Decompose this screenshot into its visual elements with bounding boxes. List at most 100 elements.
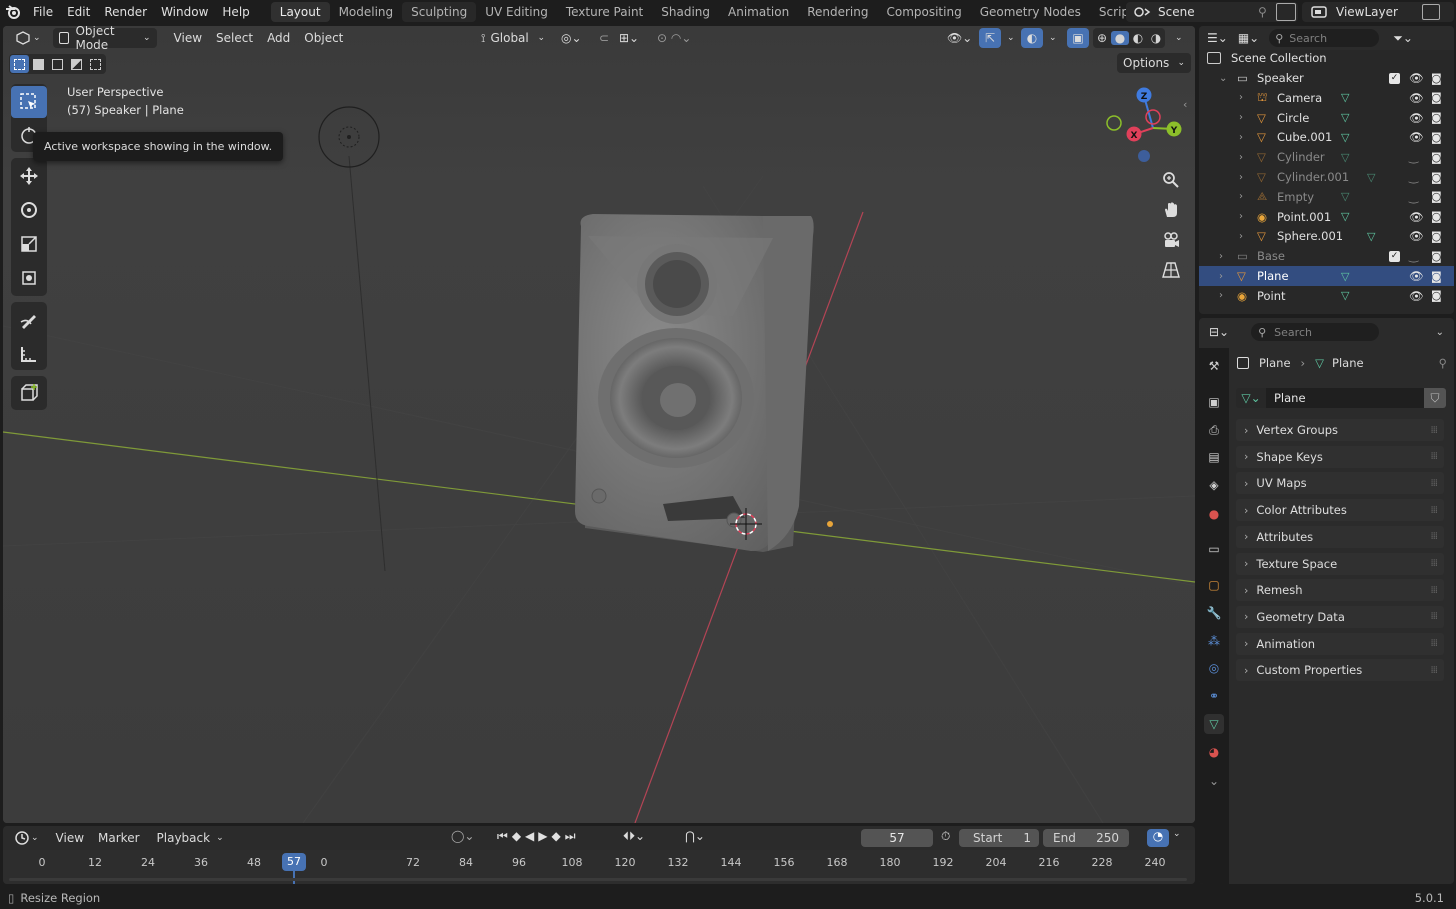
stopwatch-icon[interactable]: ⏱ [941,829,950,844]
select-invert-icon[interactable] [67,55,86,73]
tab-uv-editing[interactable]: UV Editing [476,2,557,22]
menu-edit[interactable]: Edit [60,1,97,23]
timeline-menu-view[interactable]: View [49,831,91,845]
tab-texture-paint[interactable]: Texture Paint [557,2,652,22]
pin-icon[interactable]: ⚲ [1258,5,1276,19]
timeline-editor-type-button[interactable]: ⌄ [9,828,45,848]
drag-handle-icon[interactable]: ⁞⁞⁞ [1430,611,1437,622]
filter-icon[interactable]: ⏷⌄ [1393,31,1413,46]
select-box-tool[interactable] [11,86,47,118]
exclude-checkbox[interactable]: ✓ [1389,72,1400,84]
pivot-point-button[interactable]: ◎⌄ [555,28,588,48]
expand-arrow-icon[interactable]: › [1239,132,1243,143]
current-frame-field[interactable]: 57 [861,829,933,847]
render-camera-icon[interactable]: ◙ [1431,91,1442,104]
panel-custom-properties[interactable]: › Custom Properties ⁞⁞⁞ [1236,659,1444,682]
render-camera-icon[interactable]: ◙ [1431,210,1442,223]
snap-toggle[interactable]: ⊂ [593,28,615,48]
playhead[interactable]: 57 [282,853,306,871]
new-scene-icon[interactable] [1276,3,1296,21]
drag-handle-icon[interactable]: ⁞⁞⁞ [1430,558,1437,569]
transform-orientation-dropdown[interactable]: ⟟ Global ⌄ [475,28,551,48]
eye-icon[interactable]: 👁 [1409,71,1424,85]
drag-handle-icon[interactable]: ⁞⁞⁞ [1430,505,1437,516]
outliner-row-point-001[interactable]: › ◉ Point.001 ▽ 👁 ◙ [1199,207,1454,227]
tab-rendering[interactable]: Rendering [798,2,877,22]
expand-arrow-icon[interactable]: › [1239,172,1243,183]
scene-collection-row[interactable]: Scene Collection [1199,48,1454,68]
timeline-overlay-dropdown[interactable]: ⌄ [1173,829,1181,839]
scene-tab[interactable]: ◈ [1204,475,1224,495]
outliner-row-sphere-001[interactable]: › ▽ Sphere.001 ▽ 👁 ◙ [1199,226,1454,246]
datablock-selector[interactable]: ▽⌄ Plane ⛉ [1236,388,1446,408]
more-tab[interactable]: ⌄ [1204,771,1224,791]
render-camera-icon[interactable]: ◙ [1431,289,1442,302]
expand-arrow-icon[interactable]: › [1219,290,1223,301]
timeline-menu-marker[interactable]: Marker [91,831,146,845]
tab-modeling[interactable]: Modeling [330,2,403,22]
drag-handle-icon[interactable]: ⁞⁞⁞ [1430,665,1437,676]
outliner-editor-icon[interactable]: ☰⌄ [1207,31,1228,45]
panel-remesh[interactable]: › Remesh ⁞⁞⁞ [1236,579,1444,602]
zoom-button[interactable] [1157,166,1185,194]
output-tab[interactable]: ⎙ [1204,420,1224,440]
blender-logo-icon[interactable] [0,0,26,24]
options-dropdown[interactable]: Options ⌄ [1117,53,1191,73]
rendered-shading-icon[interactable]: ◑ [1147,31,1165,45]
constraints-tab[interactable]: ⚭ [1204,686,1224,706]
eye-icon[interactable]: 👁 [1409,130,1424,144]
timeline-overlay-button[interactable]: ◔ [1147,829,1169,847]
eye-icon[interactable]: 👁 [1409,229,1424,243]
expand-arrow-icon[interactable]: › [1239,92,1243,103]
outliner-row-cylinder-001[interactable]: › ▽ Cylinder.001 ▽ ‿ ◙ [1199,167,1454,187]
end-frame-field[interactable]: End 250 [1043,829,1129,847]
add-cube-tool[interactable] [11,377,47,409]
tab-shading[interactable]: Shading [652,2,719,22]
jump-end-icon[interactable]: ⏭ [565,829,576,844]
tab-geometry-nodes[interactable]: Geometry Nodes [971,2,1090,22]
scene-selector[interactable]: Scene ⚲ [1126,2,1298,22]
outliner-row-circle[interactable]: › ▽ Circle ▽ 👁 ◙ [1199,108,1454,128]
keyframe-nav-buttons[interactable]: ⏴⏵⌄ [623,829,645,844]
pan-button[interactable] [1157,196,1185,224]
snapping-button[interactable]: ⋂⌄ [685,829,705,843]
outliner-row-point[interactable]: › ◉ Point ▽ 👁 ◙ [1199,286,1454,306]
object-tab[interactable]: ▢ [1204,575,1224,595]
shading-dropdown[interactable]: ⌄ [1169,28,1189,48]
render-camera-icon[interactable]: ◙ [1431,230,1442,243]
prev-keyframe-icon[interactable]: ◆ [512,829,521,844]
auto-keying-button[interactable]: ◯⌄ [451,829,474,843]
play-icon[interactable]: ▶ [538,829,547,844]
pin-icon[interactable]: ⚲ [1439,356,1447,370]
properties-search[interactable]: ⚲ Search [1251,323,1380,341]
menu-add[interactable]: Add [260,31,297,45]
annotate-tool[interactable] [11,304,47,336]
expand-arrow-icon[interactable]: › [1239,152,1243,163]
sidebar-toggle-icon[interactable]: ‹ [1183,98,1187,111]
render-camera-icon[interactable]: ◙ [1431,131,1442,144]
outliner-row-speaker[interactable]: ⌄ ▭ Speaker ✓ 👁 ◙ [1199,68,1454,88]
panel-vertex-groups[interactable]: › Vertex Groups ⁞⁞⁞ [1236,419,1444,441]
rotate-tool[interactable] [11,194,47,226]
proportional-editing-toggle[interactable]: ⊙ ◠⌄ [651,28,697,48]
next-keyframe-icon[interactable]: ◆ [552,829,561,844]
expand-arrow-icon[interactable]: › [1219,251,1223,262]
render-camera-icon[interactable]: ◙ [1431,171,1442,184]
eye-icon[interactable]: 👁 [1409,111,1424,125]
eye-icon[interactable]: 👁 [1409,210,1424,224]
eye-icon[interactable]: 👁 [1409,91,1424,105]
fake-user-shield-icon[interactable]: ⛉ [1424,388,1446,408]
snap-target-button[interactable]: ⊞⌄ [613,28,645,48]
material-shading-icon[interactable]: ◐ [1129,31,1147,45]
view-layer-tab[interactable]: ▤ [1204,447,1224,467]
expand-arrow-icon[interactable]: ⌄ [1219,73,1227,84]
world-tab[interactable]: ● [1204,504,1224,524]
outliner-row-camera[interactable]: › ⛫ Camera ▽ 👁 ◙ [1199,88,1454,108]
drag-handle-icon[interactable]: ⁞⁞⁞ [1430,425,1437,436]
panel-shape-keys[interactable]: › Shape Keys ⁞⁞⁞ [1236,445,1444,468]
gizmo-dropdown[interactable]: ⌄ [1001,28,1021,48]
outliner-search[interactable]: ⚲ Search [1269,29,1380,47]
eye-icon[interactable]: 👁 [1409,269,1424,283]
menu-window[interactable]: Window [154,1,215,23]
tab-animation[interactable]: Animation [719,2,798,22]
